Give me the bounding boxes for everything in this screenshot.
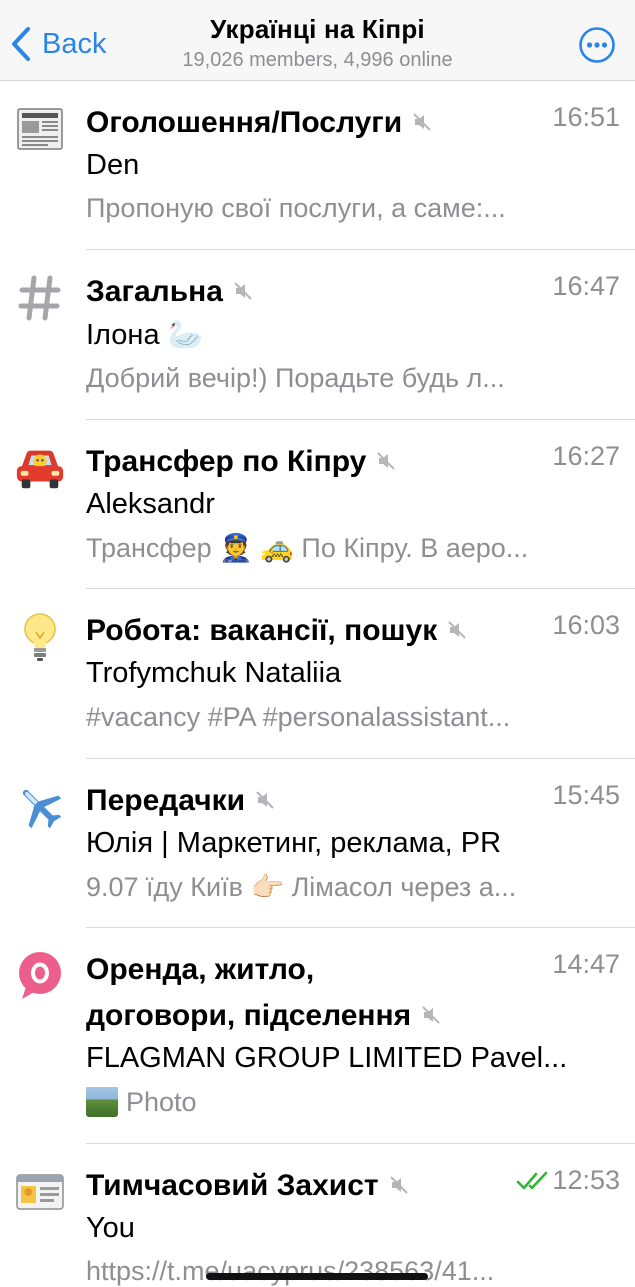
- topic-time: 14:47: [552, 949, 620, 979]
- topic-title: Тимчасовий Захист: [86, 1163, 526, 1209]
- nav-header: Back Українці на Кіпрі 19,026 members, 4…: [0, 0, 635, 81]
- muted-icon: [234, 282, 252, 300]
- topic-preview: Трансфер 👮 🚕 По Кіпру. В аеро...: [86, 533, 529, 563]
- topic-title: Оголошення/Послуги: [86, 100, 526, 146]
- photo-thumbnail: [86, 1087, 118, 1117]
- home-indicator: [206, 1273, 428, 1280]
- topic-preview: Photo: [86, 1087, 616, 1120]
- topic-row-tymchasovyi-zakhyst[interactable]: Тимчасовий Захист 12:53 You https://t.me…: [0, 1144, 635, 1286]
- newspaper-icon: [14, 103, 66, 155]
- topic-time: 12:53: [516, 1165, 620, 1196]
- topic-time: 15:45: [552, 780, 620, 810]
- topic-sender: Юлія | Маркетинг, реклама, PR: [86, 827, 502, 859]
- light-bulb-icon: [14, 611, 66, 663]
- topic-sender: Ілона 🦢: [86, 319, 204, 351]
- topic-title: Трансфер по Кіпру: [86, 439, 526, 485]
- topic-row-orenda[interactable]: Оренда, житло, договори, підселення 14:4…: [0, 928, 635, 1144]
- topic-sender: Trofymchuk Nataliia: [86, 657, 342, 689]
- muted-icon: [448, 621, 466, 639]
- topic-preview: #vacancy #PA #personalassistant...: [86, 702, 511, 732]
- airplane-icon: [14, 781, 66, 833]
- muted-icon: [389, 1176, 408, 1194]
- topic-title: Передачки: [86, 778, 526, 824]
- topic-preview: https://t.me/uacyprus/238563/41...: [86, 1256, 495, 1286]
- topic-preview: Пропоную свої послуги, а саме:...: [86, 193, 506, 223]
- topic-sender: FLAGMAN GROUP LIMITED Pavel...: [86, 1042, 568, 1074]
- hash-icon: [14, 272, 66, 324]
- topic-title: Загальна: [86, 269, 526, 315]
- group-subtitle: 19,026 members, 4,996 online: [182, 49, 453, 71]
- muted-icon: [413, 113, 431, 131]
- topic-sender: Aleksandr: [86, 488, 215, 520]
- topic-time: 16:27: [552, 441, 620, 471]
- double-check-icon: [517, 1171, 548, 1189]
- group-title[interactable]: Українці на Кіпрі: [0, 14, 635, 45]
- more-options-icon[interactable]: [578, 26, 616, 64]
- muted-icon: [377, 452, 396, 470]
- topic-row-robota[interactable]: Робота: вакансії, пошук 16:03 Trofymchuk…: [0, 589, 635, 759]
- topic-preview: Добрий вечір!) Порадьте будь л...: [86, 363, 505, 393]
- topic-sender: Den: [86, 149, 140, 181]
- topic-row-zahalna[interactable]: Загальна 16:47 Ілона 🦢 Добрий вечір!) По…: [0, 250, 635, 420]
- speech-bubble-o-icon: [14, 950, 66, 1002]
- topic-row-transfer[interactable]: Трансфер по Кіпру 16:27 Aleksandr Трансф…: [0, 420, 635, 589]
- topic-preview: 9.07 їду Київ 👉🏻 Лімасол через а...: [86, 872, 517, 902]
- topic-time: 16:51: [552, 102, 620, 132]
- topic-row-ogoloshennia[interactable]: Оголошення/Послуги 16:51 Den Пропоную св…: [0, 81, 635, 250]
- muted-icon: [422, 1006, 440, 1024]
- id-card-icon: [14, 1166, 66, 1218]
- topic-title: Оренда, житло, договори, підселення: [86, 947, 546, 1039]
- topic-title: Робота: вакансії, пошук: [86, 608, 526, 654]
- muted-icon: [256, 791, 274, 809]
- topic-row-peredachky[interactable]: Передачки 15:45 Юлія | Маркетинг, реклам…: [0, 759, 635, 928]
- topic-sender: You: [86, 1212, 135, 1244]
- topic-list: Оголошення/Послуги 16:51 Den Пропоную св…: [0, 81, 635, 1286]
- topic-time: 16:47: [552, 271, 620, 301]
- taxi-car-icon: [14, 442, 66, 494]
- topic-time: 16:03: [552, 610, 620, 640]
